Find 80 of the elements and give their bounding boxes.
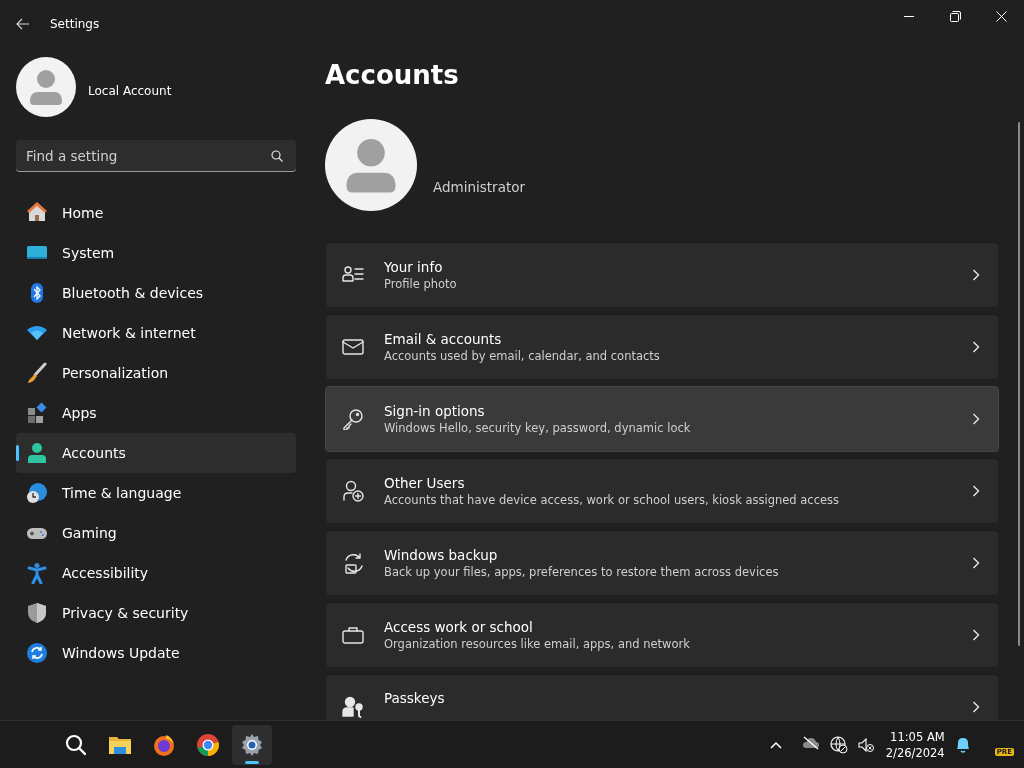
back-arrow-icon: [16, 18, 30, 30]
settings-card[interactable]: Windows backup Back up your files, apps, preferences to restore them across devices: [325, 530, 999, 596]
mail-icon: [342, 336, 364, 358]
chevron-up-icon: [769, 740, 782, 749]
card-title: Passkeys: [384, 690, 446, 706]
nav-item[interactable]: Privacy & security: [16, 593, 296, 633]
card-subtitle: Accounts that have device access, work or school users, kiosk assigned access: [384, 493, 841, 507]
chevron-right-icon: [972, 557, 980, 569]
person-add-icon: [342, 480, 364, 502]
chevron-right-icon: [972, 269, 980, 281]
chevron-right-icon: [972, 701, 980, 713]
cloud-off-icon: [801, 736, 820, 750]
card-title: Windows backup: [384, 547, 499, 563]
settings-card[interactable]: Passkeys: [325, 674, 999, 720]
minimize-icon: [904, 15, 914, 17]
settings-card[interactable]: Your info Profile photo: [325, 242, 999, 308]
accessibility-icon: [26, 562, 48, 584]
account-name: Local Account: [88, 84, 172, 98]
browser-icon: [196, 732, 220, 757]
running-indicator: [245, 760, 259, 764]
person-key-icon: [342, 696, 364, 718]
house-icon: [26, 202, 48, 224]
card-title: Sign-in options: [384, 403, 486, 419]
globe-blocked-icon: [829, 735, 848, 754]
card-title: Other Users: [384, 475, 466, 491]
scrollbar[interactable]: [1018, 122, 1020, 646]
taskbar-app[interactable]: [232, 724, 272, 765]
clock-time[interactable]: 11:05 AM: [890, 728, 945, 745]
nav-item[interactable]: Gaming: [16, 513, 296, 553]
chevron-right-icon: [972, 341, 980, 353]
apps-icon: [26, 402, 48, 424]
chevron-right-icon: [972, 485, 980, 497]
user-name: Administrator: [433, 179, 526, 195]
card-subtitle: Profile photo: [384, 277, 458, 291]
nav-item[interactable]: Windows Update: [16, 633, 296, 673]
card-title: Your info: [384, 259, 444, 275]
paintbrush-icon: [26, 362, 48, 384]
nav-item[interactable]: System: [16, 233, 296, 273]
settings-card[interactable]: Sign-in options Windows Hello, security key, password, dynamic lock: [325, 386, 999, 452]
nav-item[interactable]: Accessibility: [16, 553, 296, 593]
nav-item[interactable]: Accounts: [16, 433, 296, 473]
card-title: Email & accounts: [384, 331, 503, 347]
selection-indicator: [16, 445, 19, 461]
globe-clock-icon: [26, 482, 48, 504]
nav-item[interactable]: Time & language: [16, 473, 296, 513]
card-subtitle: Back up your files, apps, preferences to restore them across devices: [384, 565, 780, 579]
nav-item[interactable]: Apps: [16, 393, 296, 433]
refresh-icon: [26, 642, 48, 664]
card-subtitle: Organization resources like email, apps, and network: [384, 637, 691, 651]
search-icon: [271, 150, 283, 162]
settings-card[interactable]: Other Users Accounts that have device access, work or school users, kiosk assigned access: [325, 458, 999, 524]
card-subtitle: Accounts used by email, calendar, and contacts: [384, 349, 661, 363]
card-title: Access work or school: [384, 619, 534, 635]
bell-icon: [954, 735, 971, 754]
sync-folder-icon: [342, 552, 364, 574]
fox-globe-icon: [152, 732, 176, 757]
chevron-right-icon: [972, 629, 980, 641]
nav-item[interactable]: Personalization: [16, 353, 296, 393]
gear-icon: [240, 732, 264, 757]
close-icon: [995, 10, 1007, 22]
nav-item[interactable]: Network & internet: [16, 313, 296, 353]
profile-picture-icon: [325, 119, 417, 211]
window-title: Settings: [50, 17, 100, 31]
search-icon: [64, 732, 88, 757]
nav-item[interactable]: Home: [16, 193, 296, 233]
settings-card[interactable]: Access work or school Organization resources like email, apps, and network: [325, 602, 999, 668]
settings-card[interactable]: Email & accounts Accounts used by email, calendar, and contacts: [325, 314, 999, 380]
shield-icon: [26, 602, 48, 624]
speaker-muted-icon: [857, 736, 874, 753]
card-subtitle: Windows Hello, security key, password, dynamic lock: [384, 421, 692, 435]
page-title: Accounts: [325, 59, 460, 92]
person-icon: [26, 442, 48, 464]
avatar-icon: [16, 57, 76, 117]
key-icon: [342, 408, 364, 430]
restore-icon: [949, 10, 961, 22]
nav-item[interactable]: Bluetooth & devices: [16, 273, 296, 313]
chevron-right-icon: [972, 413, 980, 425]
clock-date[interactable]: 2/26/2024: [885, 744, 945, 761]
briefcase-icon: [342, 624, 364, 646]
search-field[interactable]: Find a setting: [16, 140, 296, 172]
